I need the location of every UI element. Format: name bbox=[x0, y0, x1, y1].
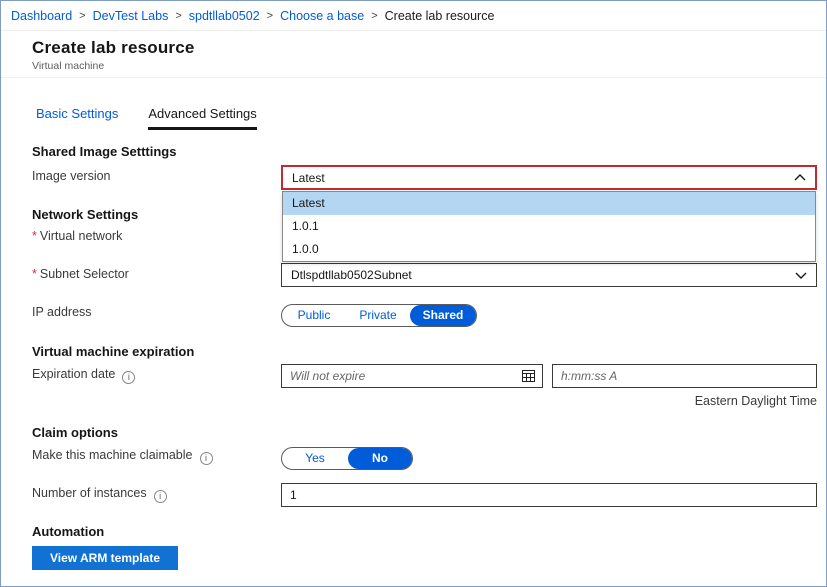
required-asterisk: * bbox=[32, 267, 37, 281]
virtual-network-label: * Virtual network bbox=[32, 229, 122, 243]
ip-option-shared[interactable]: Shared bbox=[410, 305, 476, 326]
image-version-select[interactable]: Latest bbox=[281, 165, 817, 190]
instances-label: Number of instances i bbox=[32, 486, 167, 503]
breadcrumb-separator: > bbox=[371, 9, 378, 22]
dropdown-option-1-0-0[interactable]: 1.0.0 bbox=[283, 238, 815, 261]
claimable-label: Make this machine claimable i bbox=[32, 448, 213, 465]
instances-info-icon[interactable]: i bbox=[153, 490, 167, 503]
required-asterisk: * bbox=[32, 229, 37, 243]
chevron-down-icon bbox=[795, 272, 807, 279]
dropdown-option-latest[interactable]: Latest bbox=[283, 192, 815, 215]
breadcrumb-devtest-labs[interactable]: DevTest Labs bbox=[93, 9, 169, 23]
claimable-label-text: Make this machine claimable bbox=[32, 448, 193, 462]
breadcrumb-lab[interactable]: spdtllab0502 bbox=[189, 9, 260, 23]
expiration-date-label: Expiration date i bbox=[32, 367, 136, 384]
page-subtitle: Virtual machine bbox=[32, 60, 105, 72]
create-lab-resource-blade: Dashboard > DevTest Labs > spdtllab0502 … bbox=[0, 0, 827, 587]
virtual-network-label-text: Virtual network bbox=[39, 229, 123, 243]
expiration-info-icon[interactable]: i bbox=[122, 371, 136, 384]
expiration-time-field bbox=[552, 364, 817, 388]
subnet-select[interactable]: Dtlspdtllab0502Subnet bbox=[281, 263, 817, 287]
breadcrumb-dashboard[interactable]: Dashboard bbox=[11, 9, 72, 23]
instances-label-text: Number of instances bbox=[32, 486, 147, 500]
claimable-info-icon[interactable]: i bbox=[199, 452, 213, 465]
expiration-time-input[interactable] bbox=[561, 369, 809, 383]
breadcrumb-current: Create lab resource bbox=[384, 8, 495, 23]
view-arm-template-button[interactable]: View ARM template bbox=[32, 546, 178, 570]
expiration-date-input[interactable] bbox=[290, 369, 522, 383]
section-vm-expiration: Virtual machine expiration bbox=[32, 344, 195, 359]
subnet-select-value: Dtlspdtllab0502Subnet bbox=[291, 268, 412, 282]
tabs: Basic Settings Advanced Settings bbox=[36, 106, 257, 130]
ip-option-public[interactable]: Public bbox=[282, 305, 346, 326]
image-version-dropdown: Latest 1.0.1 1.0.0 bbox=[282, 191, 816, 262]
breadcrumb-separator: > bbox=[79, 9, 86, 22]
dropdown-option-1-0-1[interactable]: 1.0.1 bbox=[283, 215, 815, 238]
ip-address-toggle: Public Private Shared bbox=[281, 304, 477, 327]
chevron-up-icon bbox=[794, 174, 806, 181]
section-claim-options: Claim options bbox=[32, 425, 118, 440]
breadcrumb-separator: > bbox=[266, 9, 274, 22]
subnet-selector-label: * Subnet Selector bbox=[32, 267, 129, 281]
instances-field bbox=[281, 483, 817, 507]
calendar-icon[interactable] bbox=[522, 370, 535, 382]
expiration-date-label-text: Expiration date bbox=[32, 367, 116, 381]
ip-option-private[interactable]: Private bbox=[346, 305, 410, 326]
claimable-option-yes[interactable]: Yes bbox=[282, 448, 348, 469]
claimable-option-no[interactable]: No bbox=[348, 448, 412, 469]
section-network-settings: Network Settings bbox=[32, 207, 139, 222]
breadcrumb: Dashboard > DevTest Labs > spdtllab0502 … bbox=[1, 1, 826, 31]
blade-header: Create lab resource Virtual machine bbox=[1, 31, 826, 78]
tab-advanced-settings[interactable]: Advanced Settings bbox=[148, 106, 257, 130]
breadcrumb-choose-a-base[interactable]: Choose a base bbox=[280, 9, 364, 23]
section-automation: Automation bbox=[32, 524, 105, 539]
image-version-label: Image version bbox=[32, 169, 111, 183]
breadcrumb-separator: > bbox=[175, 9, 182, 22]
expiration-date-field bbox=[281, 364, 543, 388]
page-title: Create lab resource bbox=[32, 38, 195, 57]
instances-input[interactable] bbox=[290, 488, 809, 502]
claimable-toggle: Yes No bbox=[281, 447, 413, 470]
section-shared-image-settings: Shared Image Setttings bbox=[32, 144, 177, 159]
subnet-selector-label-text: Subnet Selector bbox=[39, 267, 129, 281]
image-version-value: Latest bbox=[292, 170, 325, 185]
timezone-note: Eastern Daylight Time bbox=[694, 394, 817, 408]
tab-basic-settings[interactable]: Basic Settings bbox=[36, 106, 118, 130]
ip-address-label: IP address bbox=[32, 305, 92, 319]
